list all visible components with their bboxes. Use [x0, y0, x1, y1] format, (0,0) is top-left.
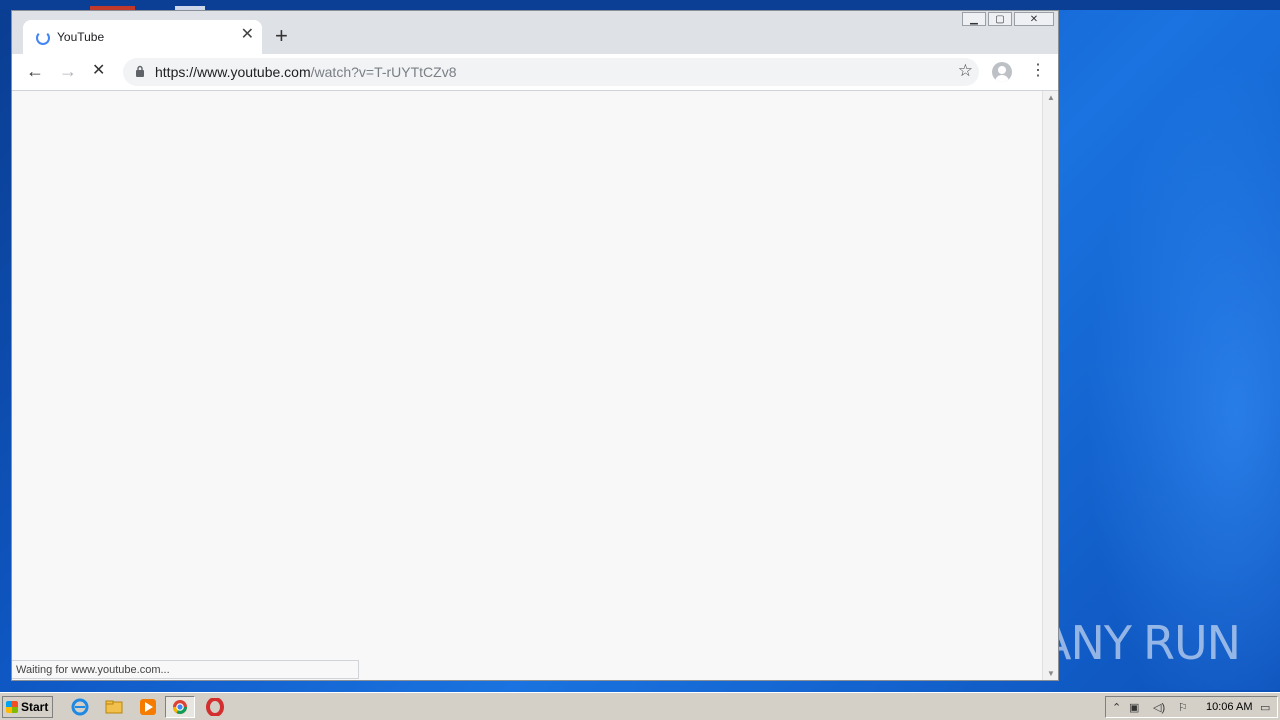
minimize-button[interactable]: ▁	[962, 12, 986, 26]
bookmark-star-icon[interactable]: ☆	[958, 61, 973, 81]
tab-youtube[interactable]: YouTube ✕	[23, 20, 262, 54]
start-label: Start	[21, 700, 49, 714]
url-path: /watch?v=T-rUYTtCZv8	[310, 64, 457, 80]
file-explorer-icon[interactable]	[105, 698, 123, 716]
scroll-down-arrow-icon[interactable]: ▼	[1047, 669, 1055, 678]
tab-close-button[interactable]: ✕	[241, 27, 254, 43]
show-hidden-icons-icon[interactable]: ⌃	[1112, 701, 1121, 714]
desktop-wallpaper	[1060, 0, 1280, 690]
media-player-icon[interactable]	[139, 698, 157, 716]
clock[interactable]: 10:06 AM	[1206, 701, 1252, 713]
new-tab-button[interactable]: +	[275, 25, 288, 47]
show-desktop-icon[interactable]: ▭	[1260, 701, 1270, 714]
forward-button[interactable]: →	[59, 62, 77, 80]
profile-avatar-icon[interactable]	[992, 62, 1012, 82]
network-icon[interactable]: ▣	[1129, 701, 1139, 714]
loading-spinner-icon	[36, 31, 50, 45]
back-button[interactable]: ←	[26, 62, 44, 80]
scroll-up-arrow-icon[interactable]: ▲	[1047, 93, 1055, 102]
windows-logo-icon	[6, 701, 18, 713]
tab-strip: YouTube ✕ + ▁ ▢ ✕	[12, 11, 1058, 54]
url-text[interactable]: https://www.youtube.com/watch?v=T-rUYTtC…	[155, 64, 457, 80]
maximize-button[interactable]: ▢	[988, 12, 1012, 26]
url-host: https://www.youtube.com	[155, 64, 311, 80]
tab-title: YouTube	[57, 30, 105, 44]
close-window-button[interactable]: ✕	[1014, 12, 1054, 26]
opera-icon[interactable]	[206, 698, 224, 716]
anyrun-watermark: ANY RUN	[1040, 608, 1241, 678]
chrome-window: YouTube ✕ + ▁ ▢ ✕ ← → ✕ https://www.yout…	[11, 10, 1059, 681]
start-button[interactable]: Start	[2, 696, 53, 718]
address-bar[interactable]: https://www.youtube.com/watch?v=T-rUYTtC…	[123, 58, 979, 86]
browser-toolbar: ← → ✕ https://www.youtube.com/watch?v=T-…	[12, 54, 1058, 91]
lock-icon	[136, 65, 144, 77]
window-controls: ▁ ▢ ✕	[962, 12, 1054, 26]
watermark-text-run: RUN	[1142, 616, 1241, 670]
chrome-icon	[173, 700, 187, 714]
stop-loading-button[interactable]: ✕	[92, 62, 105, 80]
chrome-taskbar-button[interactable]	[165, 696, 195, 718]
volume-icon[interactable]: ◁)	[1153, 701, 1165, 714]
vertical-scrollbar[interactable]: ▲ ▼	[1042, 91, 1058, 680]
page-content	[12, 91, 1042, 680]
chrome-menu-button[interactable]: ⋮	[1030, 63, 1046, 79]
internet-explorer-icon[interactable]	[71, 698, 89, 716]
action-center-flag-icon[interactable]: ⚐	[1178, 701, 1188, 714]
taskbar: Start ⌃ ▣ ◁) ⚐ 10:06 AM ▭	[0, 692, 1280, 720]
status-bubble: Waiting for www.youtube.com...	[12, 660, 359, 679]
